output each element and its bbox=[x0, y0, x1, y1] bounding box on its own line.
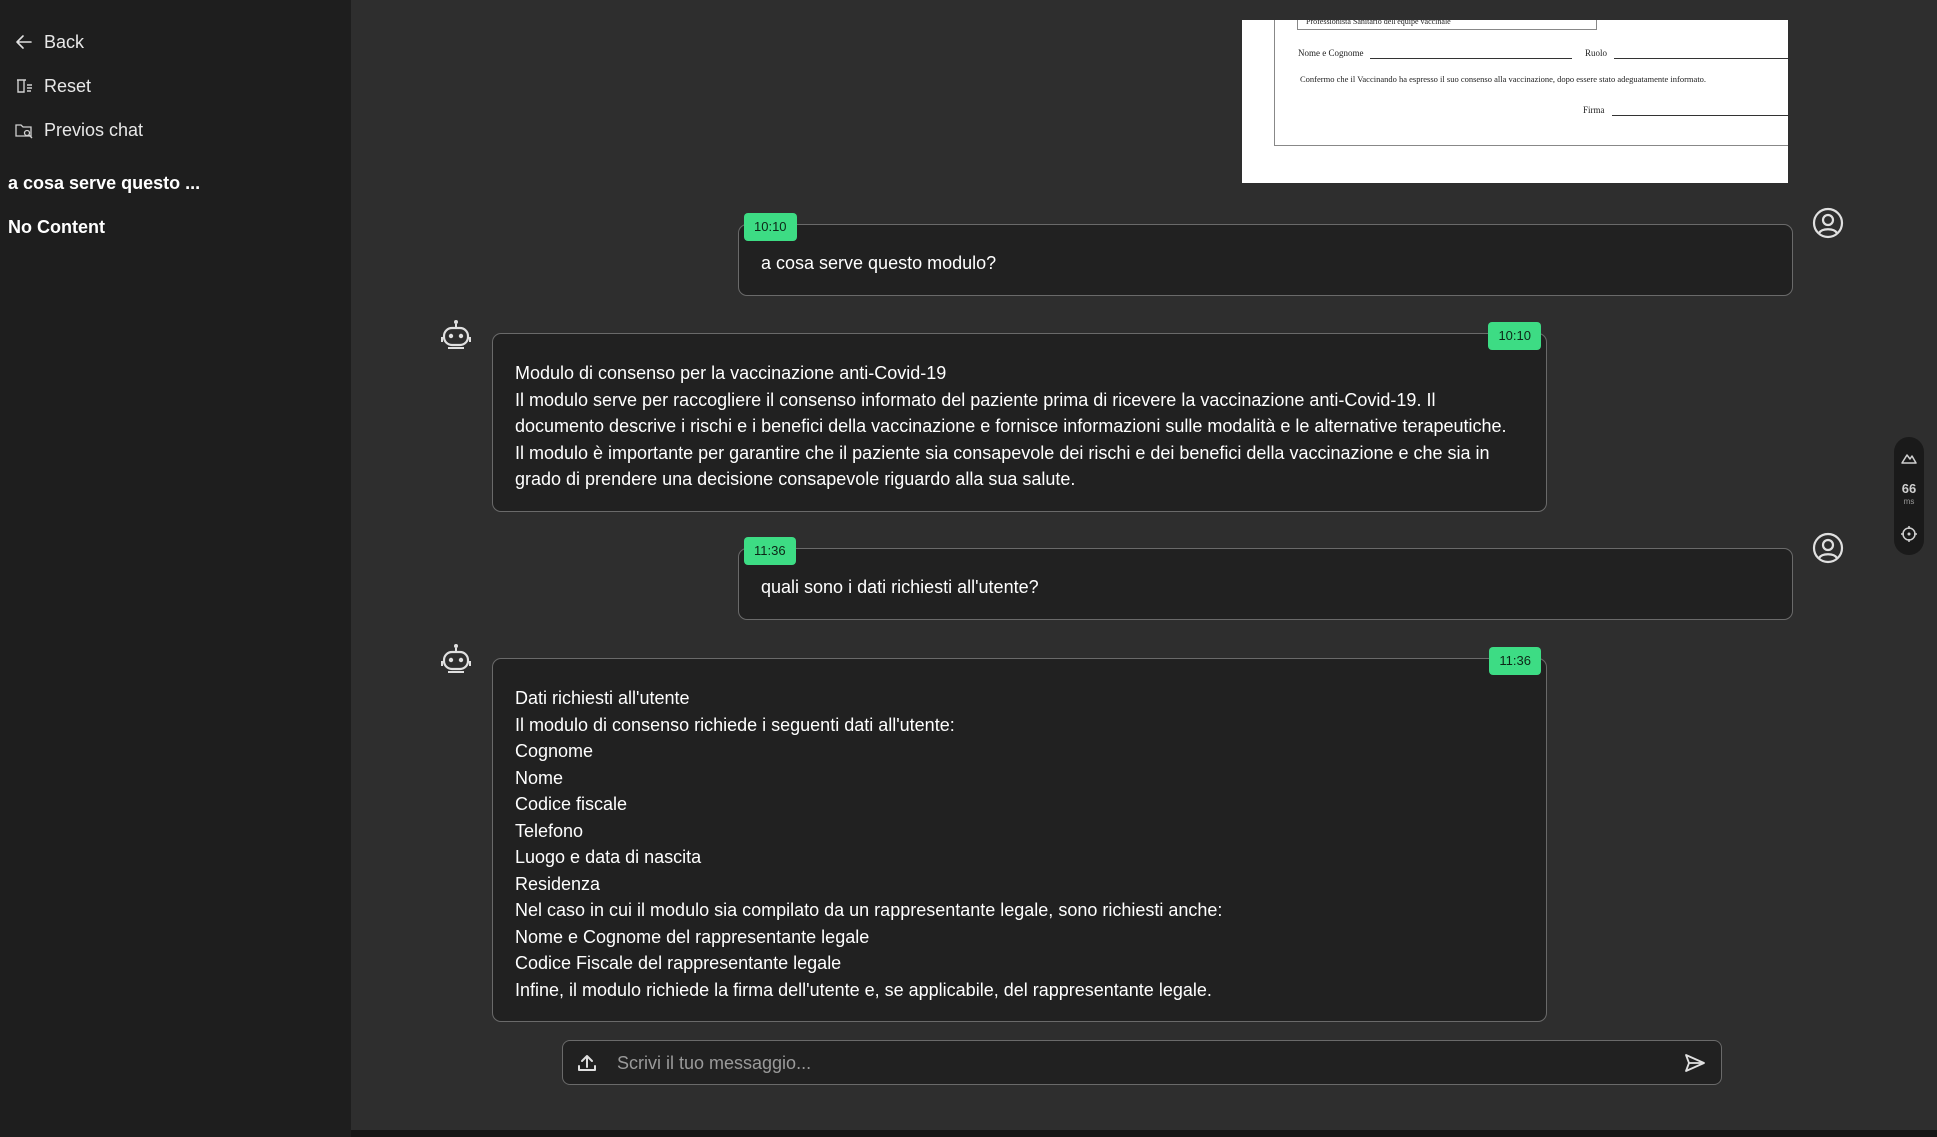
previous-chat-button[interactable]: Previos chat bbox=[14, 114, 143, 146]
chat-history-item[interactable]: a cosa serve questo ... bbox=[8, 173, 200, 194]
document-name-label: Nome e Cognome bbox=[1298, 48, 1364, 58]
sidebar: Back Reset Previos chat a cosa serve que… bbox=[0, 0, 351, 1137]
message-line: Luogo e data di nascita bbox=[515, 847, 702, 867]
message-text: quali sono i dati richiesti all'utente? bbox=[761, 577, 1039, 597]
user-message: 10:10 a cosa serve questo modulo? bbox=[738, 213, 1793, 296]
document-line bbox=[1370, 58, 1572, 59]
message-input[interactable] bbox=[615, 1049, 1619, 1077]
no-content-label: No Content bbox=[8, 217, 105, 237]
bot-message: 11:36 Dati richiesti all'utente Il modul… bbox=[492, 647, 1547, 1022]
document-box: Professionista Sanitario dell'équipe vac… bbox=[1297, 20, 1597, 30]
message-line: Dati richiesti all'utente bbox=[515, 688, 690, 708]
perf-value: 66 bbox=[1901, 481, 1917, 496]
document-line bbox=[1612, 115, 1788, 116]
message-line: Nome bbox=[515, 767, 564, 788]
document-role-label: Ruolo bbox=[1585, 48, 1608, 58]
reset-icon bbox=[17, 79, 32, 93]
document-line bbox=[1614, 58, 1788, 59]
message-line: Cognome bbox=[515, 741, 594, 761]
message-line: documento descrive i rischi e i benefici… bbox=[515, 416, 1507, 436]
message-line: Codice Fiscale del rappresentante legale bbox=[515, 953, 842, 973]
back-label: Back bbox=[44, 31, 85, 52]
back-button[interactable]: Back bbox=[14, 26, 84, 58]
message-line: Il modulo di consenso richiede i seguent… bbox=[515, 714, 955, 735]
folder-search-icon bbox=[15, 124, 33, 139]
message-line: Modulo di consenso per la vaccinazione a… bbox=[515, 363, 947, 383]
message-text: a cosa serve questo modulo? bbox=[761, 253, 997, 273]
user-circle-icon bbox=[1812, 207, 1844, 239]
performance-widget[interactable]: 66 ms bbox=[1894, 437, 1924, 555]
message-composer bbox=[562, 1040, 1722, 1085]
user-message: 11:36 quali sono i dati richiesti all'ut… bbox=[738, 537, 1793, 620]
message-line: Telefono bbox=[515, 820, 584, 841]
document-signature-label: Firma bbox=[1583, 105, 1605, 115]
robot-icon bbox=[441, 320, 471, 349]
message-timestamp: 11:36 bbox=[1489, 647, 1541, 675]
document-sentence: Confermo che il Vaccinando ha espresso i… bbox=[1300, 74, 1707, 84]
crosshair-icon bbox=[1901, 526, 1917, 542]
arrow-left-icon bbox=[16, 35, 32, 49]
message-line: Nel caso in cui il modulo sia compilato … bbox=[515, 900, 1223, 920]
document-preview: Professionista Sanitario dell'équipe vac… bbox=[1242, 20, 1788, 183]
message-line: grado di prendere una decisione consapev… bbox=[515, 469, 1076, 489]
message-line: Infine, il modulo richiede la firma dell… bbox=[515, 979, 1212, 1000]
message-line: Il modulo serve per raccogliere il conse… bbox=[515, 389, 1436, 410]
perf-unit: ms bbox=[1903, 497, 1915, 506]
message-line: Nome e Cognome del rappresentante legale bbox=[515, 926, 870, 947]
reset-button[interactable]: Reset bbox=[14, 70, 91, 102]
message-line: Codice fiscale bbox=[515, 794, 628, 814]
message-timestamp: 11:36 bbox=[744, 537, 796, 565]
reset-label: Reset bbox=[44, 75, 92, 96]
user-circle-icon bbox=[1812, 532, 1844, 564]
message-line: Residenza bbox=[515, 873, 601, 894]
bot-message: 10:10 Modulo di consenso per la vaccinaz… bbox=[492, 322, 1547, 512]
message-timestamp: 10:10 bbox=[1488, 322, 1541, 350]
previous-chat-label: Previos chat bbox=[44, 119, 144, 140]
mountain-icon bbox=[1901, 454, 1917, 464]
message-line: Il modulo è importante per garantire che… bbox=[515, 442, 1490, 463]
message-timestamp: 10:10 bbox=[744, 213, 797, 241]
upload-icon[interactable] bbox=[575, 1051, 599, 1075]
send-icon[interactable] bbox=[1683, 1051, 1707, 1075]
robot-icon bbox=[441, 644, 471, 673]
